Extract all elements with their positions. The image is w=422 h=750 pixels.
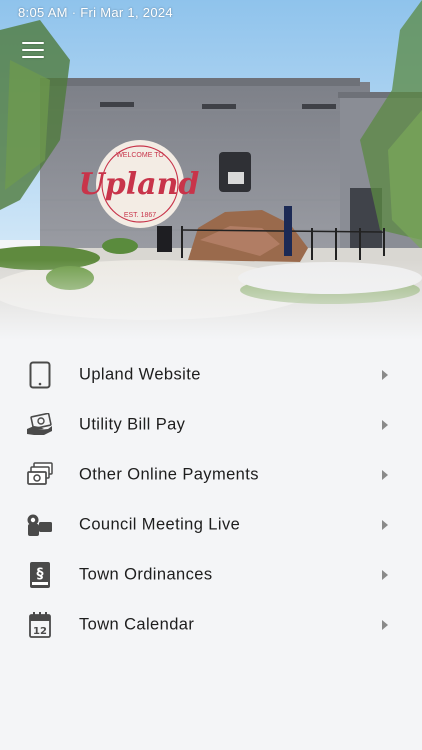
- menu-item-label: Upland Website: [79, 365, 201, 384]
- hamburger-menu-icon[interactable]: [22, 42, 44, 60]
- menu-item-council-meeting-live[interactable]: Council Meeting Live: [0, 500, 422, 550]
- town-hall-photo: WELCOME TO Upland EST. 1867: [0, 0, 422, 340]
- calendar-icon: 12: [26, 611, 54, 639]
- status-date: Fri Mar 1, 2024: [80, 5, 173, 20]
- status-bar: 8:05 AM · Fri Mar 1, 2024: [18, 5, 173, 20]
- menu-line: [22, 49, 44, 51]
- menu-item-town-calendar[interactable]: 12 Town Calendar: [0, 600, 422, 650]
- status-time: 8:05 AM: [18, 5, 68, 20]
- chevron-right-icon: [382, 520, 388, 530]
- chevron-right-icon: [382, 620, 388, 630]
- svg-text:§: §: [37, 566, 44, 582]
- menu-item-other-online-payments[interactable]: Other Online Payments: [0, 450, 422, 500]
- menu-line: [22, 42, 44, 44]
- sign-established-text: EST. 1867: [124, 212, 156, 219]
- menu-item-utility-bill-pay[interactable]: Utility Bill Pay: [0, 400, 422, 450]
- chevron-right-icon: [382, 370, 388, 380]
- hero-image: WELCOME TO Upland EST. 1867: [0, 0, 422, 340]
- tablet-icon: [26, 361, 54, 389]
- menu-item-town-ordinances[interactable]: § Town Ordinances: [0, 550, 422, 600]
- menu-item-label: Utility Bill Pay: [79, 415, 186, 434]
- menu-item-label: Town Ordinances: [79, 565, 213, 584]
- menu-item-label: Other Online Payments: [79, 465, 259, 484]
- status-separator: ·: [71, 5, 81, 20]
- app-screen: WELCOME TO Upland EST. 1867 8:05 AM · Fr…: [0, 0, 422, 750]
- main-menu-list: Upland Website Utility Bill Pay Other On…: [0, 350, 422, 650]
- chevron-right-icon: [382, 570, 388, 580]
- menu-item-upland-website[interactable]: Upland Website: [0, 350, 422, 400]
- hand-money-icon: [26, 411, 54, 439]
- sign-town-name: Upland: [79, 167, 200, 202]
- menu-item-label: Town Calendar: [79, 615, 195, 634]
- menu-item-label: Council Meeting Live: [79, 515, 241, 534]
- money-stack-icon: [26, 461, 54, 489]
- section-book-icon: §: [26, 561, 54, 589]
- sign-welcome-text: WELCOME TO: [116, 152, 164, 159]
- chevron-right-icon: [382, 470, 388, 480]
- video-camera-icon: [26, 511, 54, 539]
- svg-text:12: 12: [33, 626, 47, 637]
- chevron-right-icon: [382, 420, 388, 430]
- menu-line: [22, 56, 44, 58]
